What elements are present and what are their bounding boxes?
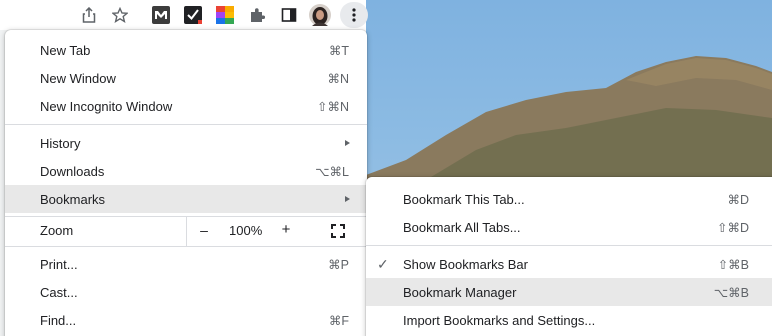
menu-item-shortcut: ⌘N <box>327 71 349 86</box>
checkmark-icon: ✓ <box>377 255 389 272</box>
menu-item-history[interactable]: History <box>5 129 367 157</box>
menu-item-shortcut: ⇧⌘D <box>716 220 749 235</box>
menu-item-shortcut: ⇧⌘B <box>717 257 749 272</box>
menu-item-label: Bookmark This Tab... <box>403 191 525 207</box>
menu-item-label: History <box>40 135 81 151</box>
star-icon[interactable] <box>109 4 131 26</box>
menu-item-label: Downloads <box>40 163 105 179</box>
menu-item-label: New Window <box>40 70 116 86</box>
zoom-row: Zoom – 100% + <box>5 216 367 246</box>
menu-item-shortcut: ⌥⌘B <box>713 285 749 300</box>
submenu-item-bookmark-this-tab[interactable]: Bookmark This Tab... ⌘D <box>366 185 772 213</box>
menu-item-label: Cast... <box>40 284 78 300</box>
menu-item-label: Bookmarks <box>40 191 106 207</box>
checkmark-extension-icon[interactable] <box>182 4 204 26</box>
submenu-arrow-icon <box>345 196 350 202</box>
menu-separator <box>5 124 367 125</box>
menu-item-shortcut: ⌘P <box>328 257 349 272</box>
fullscreen-icon[interactable] <box>331 224 345 238</box>
menu-item-find[interactable]: Find... ⌘F <box>5 306 367 334</box>
m-extension-icon[interactable] <box>150 4 172 26</box>
menu-item-new-tab[interactable]: New Tab ⌘T <box>5 36 367 64</box>
menu-item-shortcut: ⌘D <box>727 192 749 207</box>
menu-separator <box>366 245 772 246</box>
submenu-item-import-bookmarks[interactable]: Import Bookmarks and Settings... <box>366 306 772 334</box>
submenu-arrow-icon <box>345 140 350 146</box>
zoom-controls: – 100% + <box>186 216 367 246</box>
menu-item-label: New Incognito Window <box>40 98 173 114</box>
menu-item-cast[interactable]: Cast... <box>5 278 367 306</box>
menu-item-label: Show Bookmarks Bar <box>403 256 528 272</box>
zoom-out-button[interactable]: – <box>197 222 211 238</box>
zoom-level: 100% <box>229 223 263 238</box>
kebab-menu-icon[interactable] <box>340 2 368 28</box>
menu-item-shortcut: ⌘F <box>328 313 349 328</box>
menu-item-label: Bookmark All Tabs... <box>403 219 521 235</box>
menu-item-label: Import Bookmarks and Settings... <box>403 312 596 328</box>
menu-item-new-window[interactable]: New Window ⌘N <box>5 64 367 92</box>
menu-item-downloads[interactable]: Downloads ⌥⌘L <box>5 157 367 185</box>
menu-item-shortcut: ⇧⌘N <box>316 99 349 114</box>
menu-item-shortcut: ⌥⌘L <box>315 164 349 179</box>
zoom-label: Zoom <box>40 223 74 238</box>
chrome-main-menu: New Tab ⌘T New Window ⌘N New Incognito W… <box>5 30 367 336</box>
submenu-item-bookmark-all-tabs[interactable]: Bookmark All Tabs... ⇧⌘D <box>366 213 772 241</box>
menu-separator <box>5 246 367 247</box>
puzzle-extensions-icon[interactable] <box>246 4 268 26</box>
submenu-item-show-bookmarks-bar[interactable]: ✓ Show Bookmarks Bar ⇧⌘B <box>366 250 772 278</box>
submenu-item-bookmark-manager[interactable]: Bookmark Manager ⌥⌘B <box>366 278 772 306</box>
share-icon[interactable] <box>78 4 100 26</box>
menu-item-print[interactable]: Print... ⌘P <box>5 250 367 278</box>
zoom-in-button[interactable]: + <box>279 221 293 238</box>
menu-item-new-incognito-window[interactable]: New Incognito Window ⇧⌘N <box>5 92 367 120</box>
sidebar-icon[interactable] <box>278 4 300 26</box>
menu-item-label: Find... <box>40 312 77 328</box>
menu-item-label: Bookmark Manager <box>403 284 517 300</box>
profile-avatar[interactable] <box>309 4 331 26</box>
bookmarks-submenu: Bookmark This Tab... ⌘D Bookmark All Tab… <box>366 177 772 336</box>
menu-item-shortcut: ⌘T <box>328 43 349 58</box>
browser-toolbar <box>0 0 368 30</box>
color-palette-extension-icon[interactable] <box>214 4 236 26</box>
menu-item-bookmarks[interactable]: Bookmarks <box>5 185 367 213</box>
menu-item-label: New Tab <box>40 42 91 58</box>
menu-item-label: Print... <box>40 256 78 272</box>
